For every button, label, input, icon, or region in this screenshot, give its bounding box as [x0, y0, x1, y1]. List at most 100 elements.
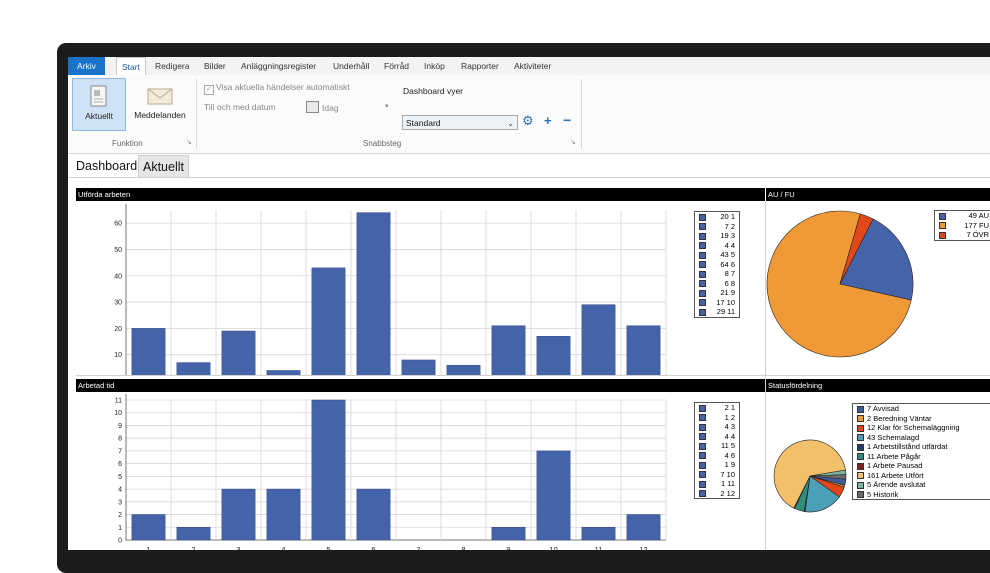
legend-label: 4 6	[724, 450, 735, 460]
snabbsteg-launcher-icon[interactable]: ↘	[570, 138, 576, 146]
legend-swatch	[699, 442, 706, 450]
bar-3	[221, 488, 256, 541]
bar-6	[356, 488, 391, 541]
gear-icon[interactable]: ⚙	[522, 113, 534, 129]
legend-label: 43 Schemalagd	[867, 432, 920, 442]
tab-start[interactable]: Start	[116, 57, 146, 76]
legend-entry: 7 Avvisad	[853, 404, 990, 414]
tab-forrad[interactable]: Förråd	[379, 57, 414, 75]
aufu-legend: 49 AU 177 FU 7 ÖVR	[934, 210, 990, 241]
legend-entry: 49 AU	[935, 211, 990, 221]
legend-label: 11 Arbete Pågår	[867, 451, 921, 461]
tab-rapporter[interactable]: Rapporter	[456, 57, 504, 75]
legend-label: 12 Klar för Schemaläggning	[867, 423, 960, 432]
legend-swatch	[857, 415, 864, 422]
legend-entry: 7 ÖVR	[935, 230, 990, 240]
funktion-launcher-icon[interactable]: ↘	[186, 138, 192, 146]
utforda-bar-chart: 0102030405060123456789101112	[114, 204, 667, 375]
meddelanden-button[interactable]: Meddelanden	[130, 78, 190, 129]
y-tick-label: 10	[114, 410, 122, 417]
legend-swatch	[699, 461, 706, 469]
auto-checkbox[interactable]: ✓ Visa aktuella händelser automatiskt	[204, 82, 350, 95]
legend-entry: 5 Ärende avslutat	[853, 480, 990, 490]
legend-entry: 1 Arbetstillstånd utfärdat	[853, 442, 990, 452]
legend-entry: 2 12	[695, 489, 739, 499]
views-select[interactable]: Standard ⌄	[402, 115, 518, 130]
bar-1	[131, 328, 166, 375]
legend-entry: 1 2	[695, 413, 739, 423]
legend-label: 7 Avvisad	[867, 404, 899, 413]
legend-swatch	[857, 405, 864, 413]
legend-entry: 4 3	[695, 422, 739, 432]
legend-label: 1 Arbetstillstånd utfärdat	[867, 442, 948, 451]
bar-9	[491, 325, 526, 375]
panel-title-arbetad: Arbetad tid	[76, 379, 765, 392]
remove-view-icon[interactable]: −	[563, 112, 571, 128]
tab-aktuellt[interactable]: Aktuellt	[138, 155, 189, 178]
tab-anlaggningsregister[interactable]: Anläggningsregister	[236, 57, 321, 75]
date-dropdown-icon[interactable]: ▾	[385, 102, 389, 110]
legend-swatch	[699, 289, 706, 297]
tab-aktiviteter[interactable]: Aktiviteter	[509, 57, 556, 75]
bar-1	[131, 514, 166, 541]
bar-4	[266, 488, 301, 541]
bar-12	[626, 514, 661, 541]
x-tick-label: 2	[191, 545, 195, 550]
y-tick-label: 8	[118, 436, 122, 443]
x-tick-label: 4	[281, 545, 285, 550]
legend-entry: 4 4	[695, 241, 739, 251]
legend-entry: 2 1	[695, 403, 739, 413]
x-tick-label: 10	[549, 545, 557, 550]
legend-entry: 11 5	[695, 441, 739, 451]
tab-underline	[68, 177, 990, 178]
legend-entry: 17 10	[695, 298, 739, 308]
envelope-icon	[146, 84, 174, 108]
legend-label: 7 10	[720, 469, 735, 479]
y-tick-label: 2	[118, 512, 122, 519]
legend-entry: 4 4	[695, 432, 739, 442]
legend-swatch	[699, 423, 706, 431]
tab-arkiv[interactable]: Arkiv	[68, 57, 105, 75]
x-tick-label: 6	[371, 545, 375, 550]
tab-inkop[interactable]: Inköp	[419, 57, 450, 75]
y-tick-label: 9	[118, 423, 122, 430]
legend-entry: 11 Arbete Pågår	[853, 452, 990, 462]
legend-entry: 5 Historik	[853, 490, 990, 500]
tab-bilder[interactable]: Bilder	[199, 57, 231, 75]
snabbsteg-group-label: Snabbsteg	[363, 139, 402, 148]
legend-label: 21 9	[720, 288, 735, 297]
x-tick-label: 9	[506, 545, 510, 550]
legend-swatch	[857, 453, 864, 460]
legend-entry: 177 FU	[935, 221, 990, 231]
legend-swatch	[857, 491, 864, 498]
tab-underhall[interactable]: Underhåll	[328, 57, 374, 75]
add-view-icon[interactable]: +	[544, 113, 552, 128]
tab-dashboard[interactable]: Dashboard	[72, 155, 141, 177]
date-picker[interactable]: Idag	[306, 101, 339, 113]
legend-label: 7 2	[724, 221, 735, 231]
date-value: Idag	[322, 103, 339, 113]
aktuellt-label: Aktuellt	[85, 111, 113, 121]
legend-entry: 12 Klar för Schemaläggning	[853, 423, 990, 433]
legend-entry: 43 Schemalagd	[853, 433, 990, 443]
legend-swatch	[699, 452, 706, 459]
bar-11	[581, 304, 616, 375]
y-tick-label: 3	[118, 499, 122, 506]
y-tick-label: 10	[114, 352, 122, 359]
y-tick-label: 6	[118, 461, 122, 468]
bar-10	[536, 450, 571, 541]
tab-redigera[interactable]: Redigera	[150, 57, 195, 75]
bar-10	[536, 336, 571, 375]
legend-label: 1 2	[724, 412, 735, 422]
legend-entry: 6 8	[695, 279, 739, 289]
arbetad-legend: 2 11 24 34 4 11 54 61 97 10 1 11 2 12	[694, 402, 740, 499]
x-tick-label: 5	[326, 545, 330, 550]
legend-label: 2 12	[720, 488, 735, 498]
bar-7	[401, 359, 436, 375]
legend-swatch	[699, 232, 706, 240]
document-icon	[88, 85, 110, 109]
legend-swatch	[699, 480, 706, 488]
aktuellt-button[interactable]: Aktuellt	[72, 78, 126, 131]
legend-swatch	[699, 308, 706, 316]
views-select-value: Standard	[406, 118, 441, 128]
